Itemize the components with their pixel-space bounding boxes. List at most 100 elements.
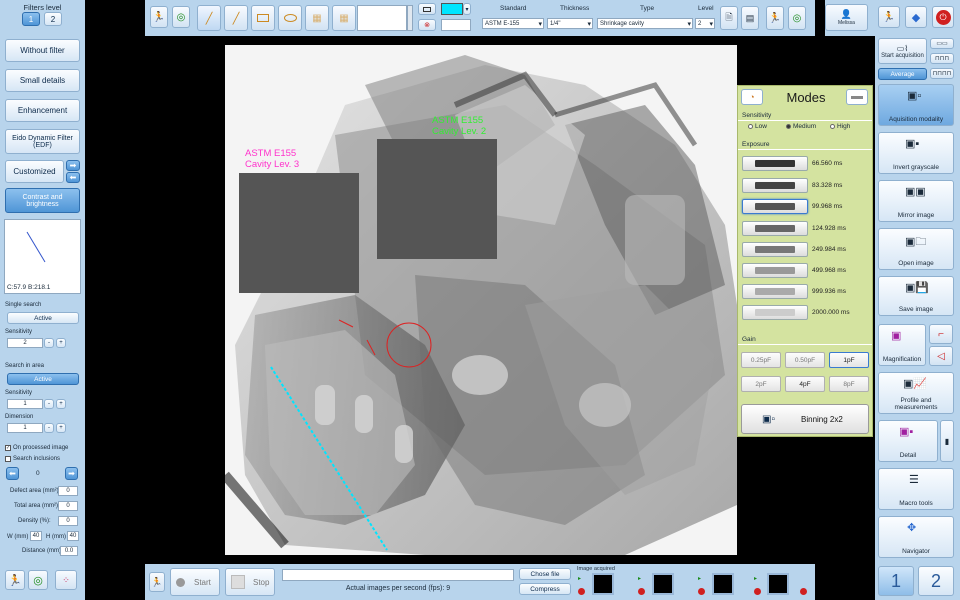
average-button[interactable]: Average <box>878 68 927 80</box>
navigator-button[interactable]: ✥ Navigator <box>878 516 954 558</box>
mode-toggle-a[interactable]: ▭▭ <box>930 38 954 49</box>
start-acquisition-button[interactable]: ▭⌇ Start acquisition <box>878 38 927 64</box>
exposure-btn-2[interactable] <box>742 199 808 214</box>
detail-toggle[interactable]: ▮ <box>940 420 954 462</box>
sensitivity-field-2[interactable]: 1 <box>7 399 43 409</box>
top-run-button[interactable]: 🏃 <box>150 6 168 28</box>
magnification-button[interactable]: ▣ Magnification <box>878 324 926 366</box>
top-tool-b-button[interactable]: ▤ <box>741 6 759 30</box>
small-details-button[interactable]: Small details <box>5 69 80 92</box>
invert-grayscale-button[interactable]: ▣▪ Invert grayscale <box>878 132 954 174</box>
sens-medium-radio[interactable]: Medium <box>786 123 816 130</box>
contrast-brightness-button[interactable]: Contrast and brightness <box>5 188 80 213</box>
thumb-run-icon-2[interactable]: ▸ <box>638 575 641 582</box>
page-1-button[interactable]: 1 <box>878 566 914 596</box>
note-scrollbar[interactable] <box>407 5 413 31</box>
sens-high-radio[interactable]: High <box>830 123 850 130</box>
file-path-field[interactable] <box>282 569 514 581</box>
mode-toggle-b[interactable]: ⊓⊓⊓ <box>930 53 954 64</box>
acquisition-modality-button[interactable]: ▣▫ Aquisition modality <box>878 84 954 126</box>
color-dropdown[interactable]: ▾ <box>463 3 471 15</box>
w-field[interactable]: 40 <box>30 531 42 541</box>
gain-2pf[interactable]: 2pF <box>741 376 781 392</box>
exposure-btn-1[interactable] <box>742 178 808 193</box>
stop-button[interactable]: Stop <box>225 568 275 596</box>
dimension-field[interactable]: 1 <box>7 423 43 433</box>
on-processed-checkbox[interactable]: ✓ On processed image <box>5 445 68 451</box>
h-field[interactable]: 40 <box>67 531 79 541</box>
sensitivity-inc-2[interactable]: + <box>56 399 66 409</box>
top-run2-button[interactable]: 🏃 <box>766 6 784 30</box>
sensitivity-dec-2[interactable]: - <box>44 399 54 409</box>
clear-rect-button[interactable]: ⊗ <box>418 19 436 31</box>
thumb-run-icon-1[interactable]: ▸ <box>578 575 581 582</box>
mirror-image-button[interactable]: ▣▣ Mirror image <box>878 180 954 222</box>
grid-tool-button[interactable]: ▦ <box>305 5 329 31</box>
thumb-delete-icon-5[interactable] <box>800 588 807 595</box>
note-field[interactable] <box>357 5 407 31</box>
acquired-thumb-3[interactable] <box>712 573 734 595</box>
modes-minimize-button[interactable] <box>846 89 868 105</box>
open-image-button[interactable]: ▣🗀 Open image <box>878 228 954 270</box>
detail-button[interactable]: ▣▪ Detail <box>878 420 938 462</box>
type-select[interactable]: Shrinkage cavity <box>597 18 693 29</box>
top-tool-a-button[interactable]: 🗎 <box>720 6 738 30</box>
gain-0-50pf[interactable]: 0.50pF <box>785 352 825 368</box>
thumb-delete-icon-3[interactable] <box>698 588 705 595</box>
search-inclusions-checkbox[interactable]: Search inclusions <box>5 456 60 462</box>
nav-prev-button[interactable]: ⬅ <box>6 467 19 480</box>
gain-4pf[interactable]: 4pF <box>785 376 825 392</box>
exposure-btn-7[interactable] <box>742 305 808 320</box>
draw-rect-button[interactable] <box>251 5 275 31</box>
start-button[interactable]: Start <box>170 568 220 596</box>
filter-level-1-button[interactable]: 1 <box>22 12 40 26</box>
draw-line2-button[interactable]: ╱ <box>224 5 248 31</box>
acquired-thumb-4[interactable] <box>767 573 789 595</box>
thickness-select[interactable]: 1/4" <box>547 18 593 29</box>
edf-button[interactable]: Eido Dynamic Filter (EDF) <box>5 129 80 154</box>
left-run-button[interactable]: 🏃 <box>5 570 25 590</box>
exposure-btn-6[interactable] <box>742 284 808 299</box>
standard-select[interactable]: ASTM E-155 <box>482 18 544 29</box>
exposure-btn-5[interactable] <box>742 263 808 278</box>
dimension-dec[interactable]: - <box>44 423 54 433</box>
thumb-delete-icon-1[interactable] <box>578 588 585 595</box>
filter-level-2-button[interactable]: 2 <box>44 12 62 26</box>
gain-0-25pf[interactable]: 0.25pF <box>741 352 781 368</box>
sensitivity-field-1[interactable]: 2 <box>7 338 43 348</box>
left-target-button[interactable]: ◎ <box>28 570 48 590</box>
sensitivity-inc-1[interactable]: + <box>56 338 66 348</box>
search-area-active-button[interactable]: Active <box>7 373 79 385</box>
thumb-delete-icon-4[interactable] <box>754 588 761 595</box>
dimension-inc[interactable]: + <box>56 423 66 433</box>
customized-button[interactable]: Customized <box>5 160 64 183</box>
page-2-button[interactable]: 2 <box>918 566 954 596</box>
left-scatter-button[interactable]: ⁘ <box>55 570 77 590</box>
mode-toggle-c[interactable]: ⊓⊓⊓⊓ <box>930 68 954 79</box>
choose-file-button[interactable]: Chose file <box>519 568 571 580</box>
curve-tool-button[interactable]: ⌐ <box>929 324 953 344</box>
sensitivity-dec-1[interactable]: - <box>44 338 54 348</box>
compress-button[interactable]: Compress <box>519 583 571 595</box>
exposure-btn-3[interactable] <box>742 221 808 236</box>
without-filter-button[interactable]: Without filter <box>5 39 80 62</box>
thumb-run-icon-4[interactable]: ▸ <box>754 575 757 582</box>
binning-button[interactable]: ▣▫ Binning 2x2 <box>741 404 869 434</box>
gain-1pf[interactable]: 1pF <box>829 352 869 368</box>
thumb-run-icon-3[interactable]: ▸ <box>698 575 701 582</box>
customized-prev-arrow[interactable]: ⬅ <box>66 172 80 183</box>
xray-image-viewer[interactable]: ASTM E155 Cavity Lev. 3 ASTM E155 Cavity… <box>225 45 737 555</box>
macro-tools-button[interactable]: ☰ Macro tools <box>878 468 954 510</box>
save-image-button[interactable]: ▣💾 Save image <box>878 276 954 316</box>
customized-next-arrow[interactable]: ➡ <box>66 160 80 171</box>
exposure-btn-0[interactable] <box>742 156 808 171</box>
thumb-delete-icon-2[interactable] <box>638 588 645 595</box>
rect-select-button[interactable] <box>418 3 436 15</box>
nav-next-button[interactable]: ➡ <box>65 467 78 480</box>
user-button[interactable]: 👤 Melissa <box>825 4 868 31</box>
sens-low-radio[interactable]: Low <box>748 123 767 130</box>
gain-8pf[interactable]: 8pF <box>829 376 869 392</box>
run-right-button[interactable]: 🏃 <box>878 6 900 28</box>
funnel-tool-button[interactable]: ◁ <box>929 346 953 366</box>
color-swatch[interactable] <box>441 3 463 15</box>
